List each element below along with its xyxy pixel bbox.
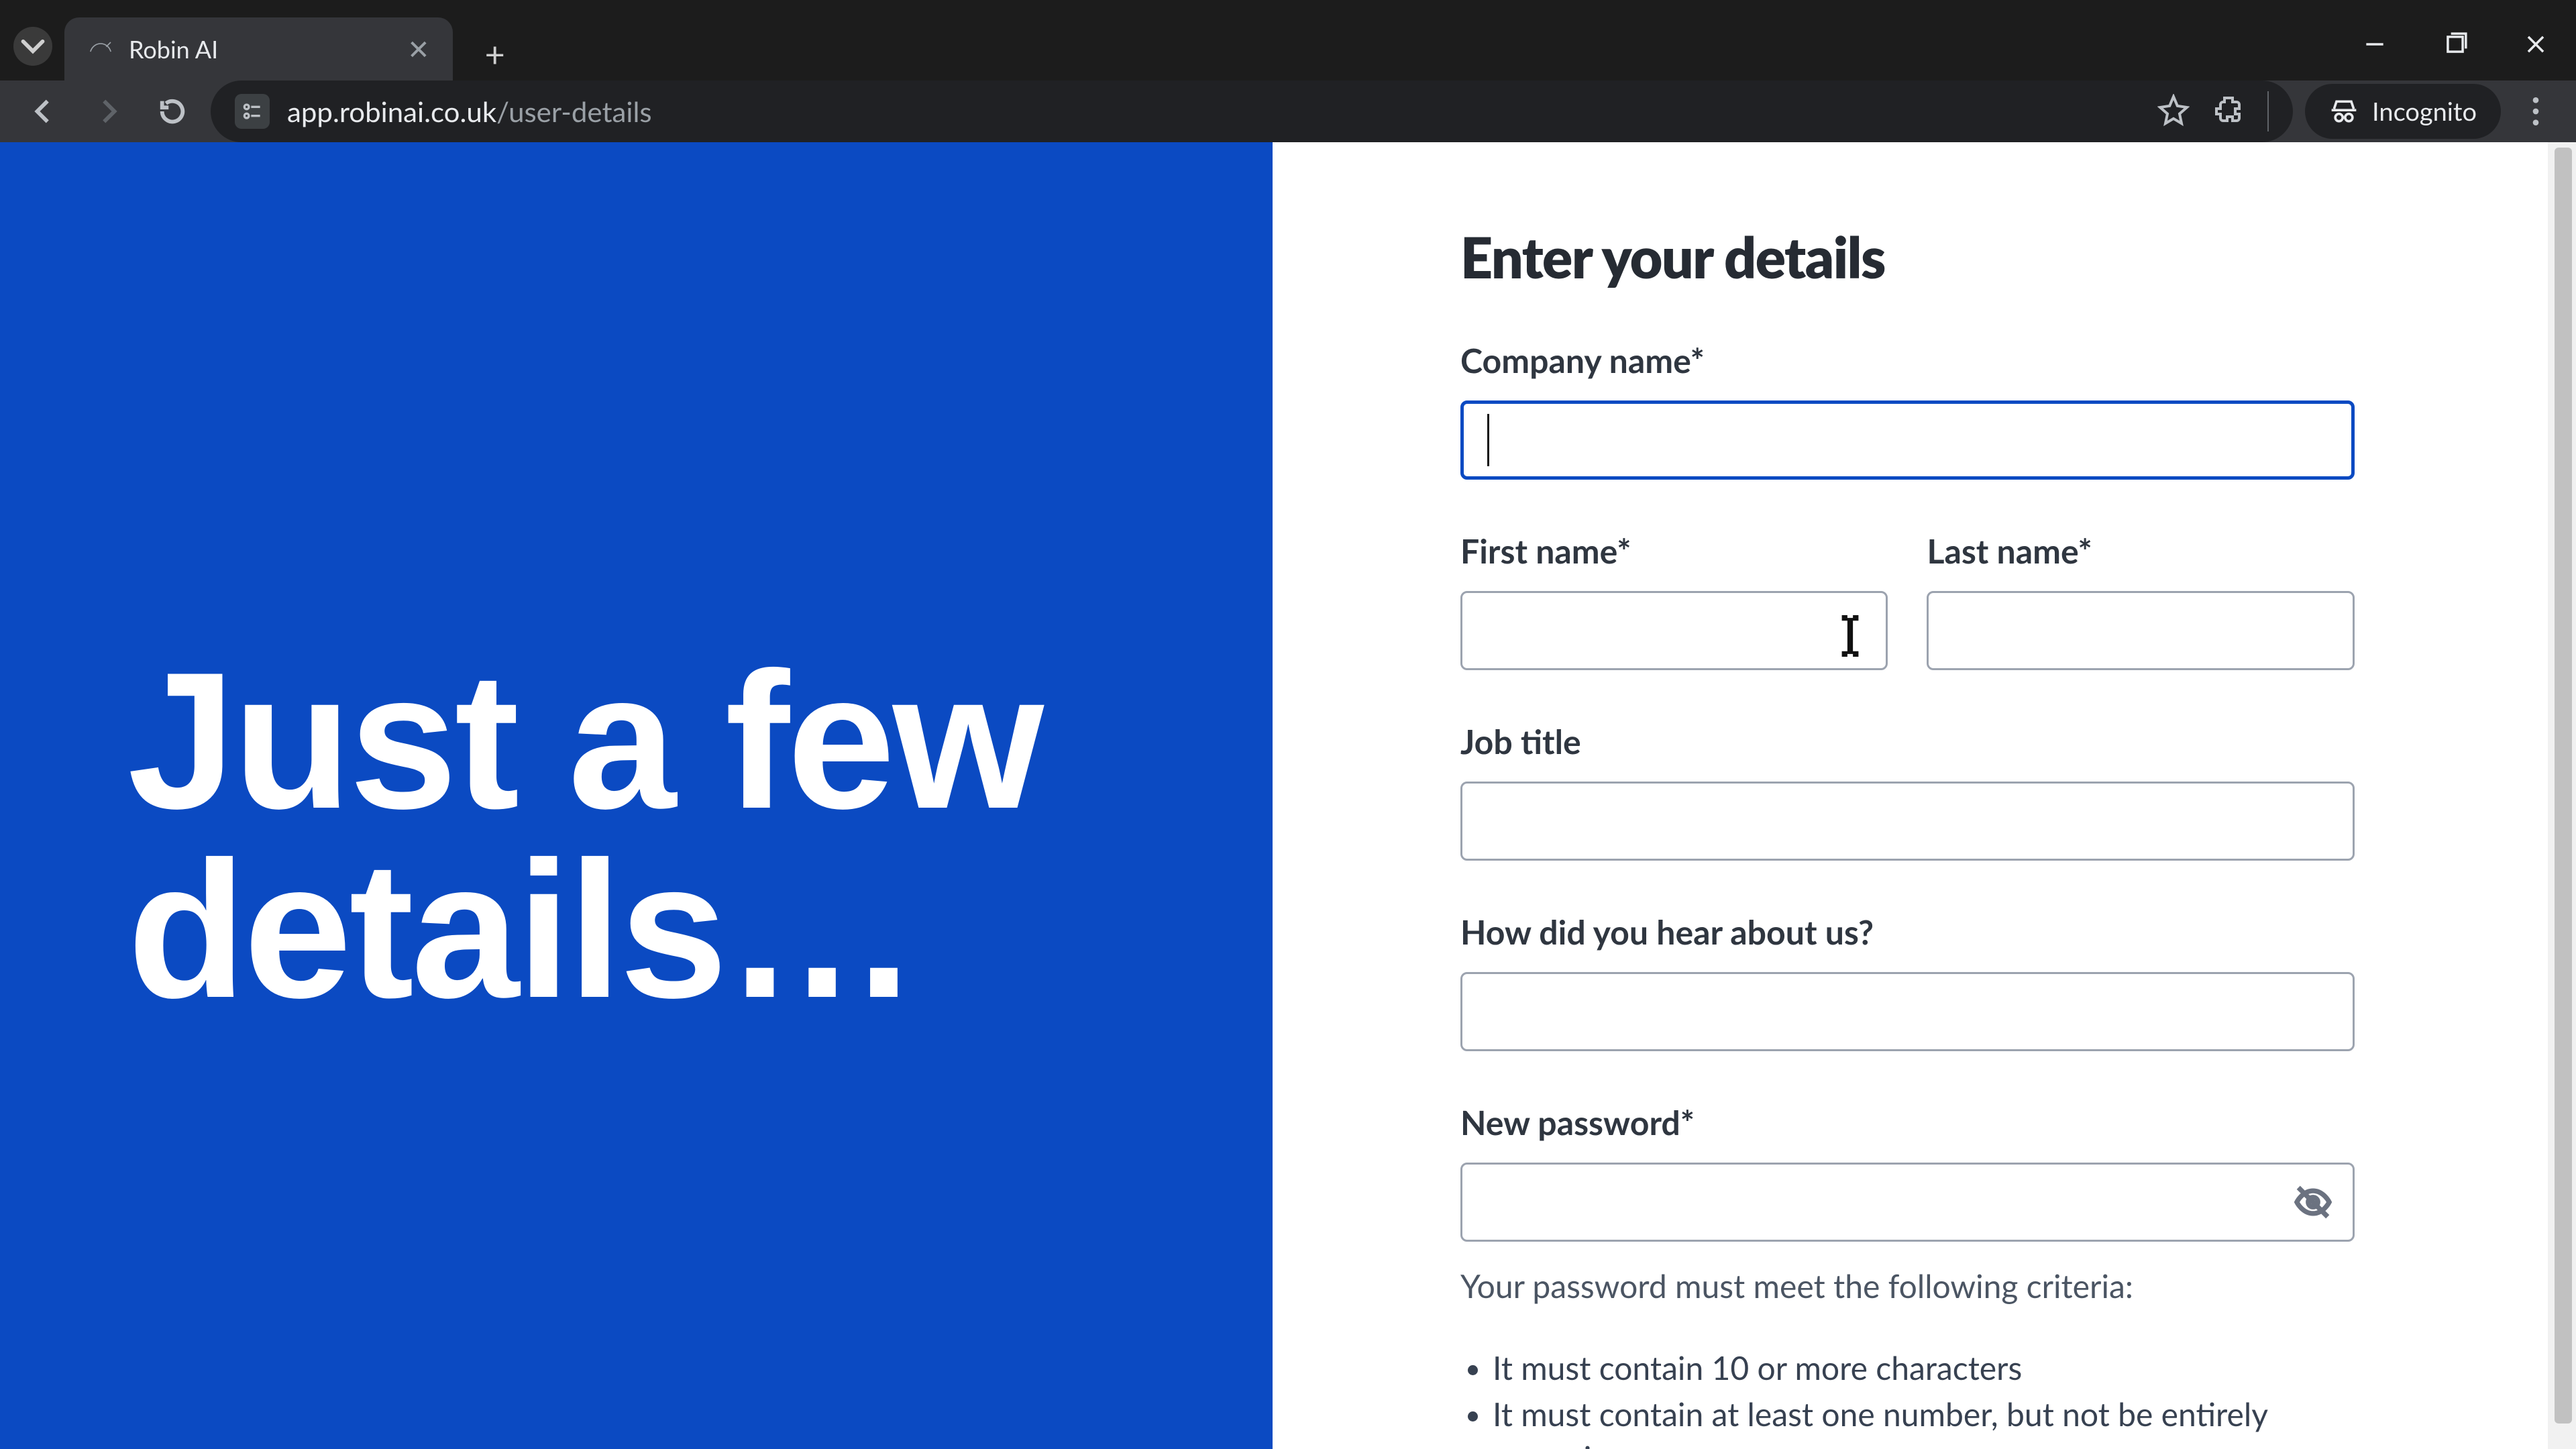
last-name-input[interactable] — [1927, 591, 2355, 670]
omnibox-actions — [2157, 91, 2269, 131]
last-name-label: Last name* — [1927, 531, 2355, 571]
password-rule-item: It must contain at least one number, but… — [1493, 1393, 2355, 1449]
first-name-field: First name* — [1460, 531, 1888, 670]
browser-menu-button[interactable] — [2513, 97, 2559, 126]
page-viewport: Just a few details… Enter your details C… — [0, 142, 2576, 1449]
site-info-icon[interactable] — [235, 94, 270, 129]
password-hint: Your password must meet the following cr… — [1460, 1267, 2355, 1305]
page-scrollbar-track[interactable] — [2548, 142, 2576, 1449]
hero-panel: Just a few details… — [0, 142, 1273, 1449]
text-caret — [1487, 414, 1489, 466]
new-tab-button[interactable]: + — [476, 35, 515, 74]
tab-strip: Robin AI ✕ + — [0, 0, 515, 80]
first-name-label: First name* — [1460, 531, 1888, 571]
tab-favicon-icon — [87, 36, 114, 62]
address-bar[interactable]: app.robinai.co.uk/user-details — [211, 80, 2293, 142]
job-title-field: Job title — [1460, 721, 2355, 861]
nav-back-button[interactable] — [17, 85, 70, 138]
window-maximize-button[interactable] — [2415, 24, 2496, 64]
form-heading: Enter your details — [1460, 223, 2355, 290]
company-name-input[interactable] — [1460, 400, 2355, 480]
page-scrollbar-thumb[interactable] — [2555, 148, 2572, 1424]
password-visibility-toggle[interactable] — [2292, 1181, 2334, 1224]
new-password-input[interactable] — [1460, 1163, 2355, 1242]
incognito-label: Incognito — [2372, 96, 2477, 127]
last-name-field: Last name* — [1927, 531, 2355, 670]
nav-reload-button[interactable] — [146, 85, 199, 138]
company-name-field: Company name* — [1460, 340, 2355, 480]
toolbar-separator — [2267, 91, 2269, 131]
incognito-badge[interactable]: Incognito — [2305, 84, 2501, 139]
bookmark-star-icon[interactable] — [2157, 94, 2190, 129]
job-title-input[interactable] — [1460, 782, 2355, 861]
form-panel: Enter your details Company name* First n… — [1273, 142, 2576, 1449]
browser-titlebar: Robin AI ✕ + — [0, 0, 2576, 80]
window-controls — [2334, 0, 2576, 80]
hear-about-field: How did you hear about us? — [1460, 912, 2355, 1051]
password-rules-list: It must contain 10 or more characters It… — [1493, 1347, 2355, 1449]
job-title-label: Job title — [1460, 721, 2355, 761]
browser-toolbar: app.robinai.co.uk/user-details Incognito — [0, 80, 2576, 142]
hear-about-input[interactable] — [1460, 972, 2355, 1051]
browser-tab-active[interactable]: Robin AI ✕ — [64, 17, 453, 80]
nav-forward-button[interactable] — [82, 85, 134, 138]
hero-headline: Just a few details… — [0, 647, 1273, 1024]
extensions-icon[interactable] — [2212, 94, 2245, 129]
incognito-icon — [2329, 97, 2359, 126]
company-name-label: Company name* — [1460, 340, 2355, 380]
hear-about-label: How did you hear about us? — [1460, 912, 2355, 952]
first-name-input[interactable] — [1460, 591, 1888, 670]
eye-off-icon — [2294, 1183, 2332, 1222]
search-tabs-button[interactable] — [13, 27, 52, 66]
window-close-button[interactable] — [2496, 24, 2576, 64]
tab-title: Robin AI — [129, 34, 218, 64]
url-path: /user-details — [496, 95, 651, 128]
window-minimize-button[interactable] — [2334, 24, 2415, 64]
password-rule-item: It must contain 10 or more characters — [1493, 1347, 2355, 1391]
tab-close-button[interactable]: ✕ — [407, 33, 430, 66]
address-bar-url: app.robinai.co.uk/user-details — [287, 95, 2140, 128]
url-host: app.robinai.co.uk — [287, 95, 496, 128]
new-password-label: New password* — [1460, 1102, 2355, 1142]
new-password-field: New password* Your password must meet th… — [1460, 1102, 2355, 1449]
